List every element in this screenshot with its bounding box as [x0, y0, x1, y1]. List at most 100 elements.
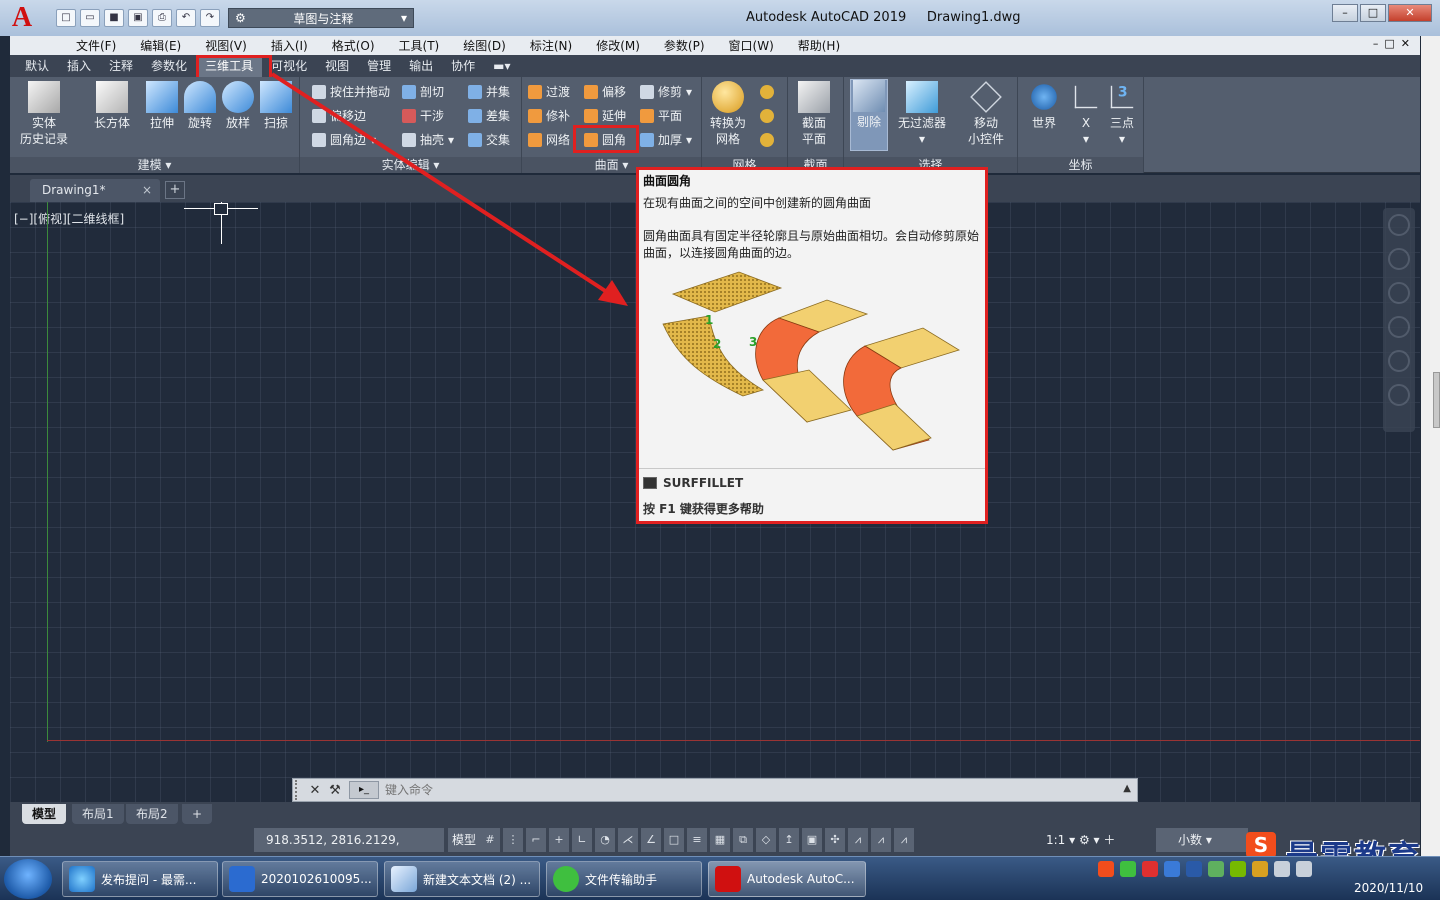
- orbit-icon[interactable]: [1388, 350, 1410, 372]
- panel-title-solid-editing[interactable]: 实体编辑 ▾: [300, 157, 521, 173]
- model-space-button[interactable]: 模型: [448, 828, 481, 852]
- ime-icon[interactable]: [1098, 861, 1114, 877]
- ucs-world-button[interactable]: 世界: [1028, 81, 1060, 131]
- solid-history-button[interactable]: 实体 历史记录: [20, 81, 68, 147]
- menu-dimension[interactable]: 标注(N): [518, 37, 584, 54]
- no-filter-button[interactable]: 无过滤器 ▾: [898, 81, 946, 147]
- tab-insert[interactable]: 插入: [58, 55, 100, 77]
- save-as-icon[interactable]: ▣: [128, 9, 148, 27]
- menu-tools[interactable]: 工具(T): [387, 37, 452, 54]
- new-tab-button[interactable]: +: [165, 181, 185, 199]
- fillet-edge-button[interactable]: 圆角边 ▾: [312, 131, 376, 148]
- intersect-button[interactable]: 交集: [468, 131, 510, 148]
- nvidia-icon[interactable]: [1230, 861, 1246, 877]
- object-snap-icon[interactable]: □: [664, 828, 684, 852]
- surface-network-button[interactable]: 网络: [528, 131, 570, 148]
- section-plane-button[interactable]: 截面 平面: [798, 81, 830, 147]
- union-button[interactable]: 并集: [468, 83, 510, 100]
- revolve-button[interactable]: 旋转: [184, 81, 216, 131]
- drag-handle[interactable]: [295, 780, 305, 800]
- close-button[interactable]: ✕: [1388, 4, 1432, 22]
- box-button[interactable]: 长方体: [94, 81, 130, 131]
- scrollbar-thumb[interactable]: [1433, 372, 1440, 428]
- annotation-scale[interactable]: 1:1 ▾ ⚙ ▾ ＋: [1046, 828, 1115, 852]
- task-ie-browser[interactable]: 发布提问 - 最需...: [62, 861, 218, 897]
- viewcube-icon[interactable]: [1388, 214, 1410, 236]
- coordinate-display[interactable]: 918.3512, 2816.2129, 0.0000: [254, 828, 444, 871]
- loft-button[interactable]: 放样: [222, 81, 254, 131]
- sweep-button[interactable]: 扫掠: [260, 81, 292, 131]
- selection-filter-icon[interactable]: ▣: [802, 828, 822, 852]
- auto-scale-icon[interactable]: ⩘: [871, 828, 891, 852]
- tab-output[interactable]: 输出: [400, 55, 442, 77]
- close-tab-icon[interactable]: ×: [142, 179, 152, 201]
- subtract-button[interactable]: 差集: [468, 107, 510, 124]
- convert-to-mesh-button[interactable]: 转换为 网格: [710, 81, 746, 147]
- task-wechat[interactable]: 文件传输助手: [546, 861, 702, 897]
- ucs-3point-button[interactable]: 3 三点 ▾: [1106, 81, 1138, 147]
- surface-thicken-button[interactable]: 加厚 ▾: [640, 131, 692, 148]
- new-file-icon[interactable]: □: [56, 9, 76, 27]
- chevron-up-icon[interactable]: ▲: [1123, 783, 1131, 794]
- vertical-scrollbar[interactable]: [1421, 36, 1440, 856]
- redo-icon[interactable]: ↷: [200, 9, 220, 27]
- tab-layout2[interactable]: 布局2: [126, 804, 178, 824]
- network-tray-icon[interactable]: [1186, 861, 1202, 877]
- dynamic-input-icon[interactable]: +: [549, 828, 569, 852]
- shield-icon[interactable]: [1164, 861, 1180, 877]
- wechat-tray-icon[interactable]: [1120, 861, 1136, 877]
- transparency-icon[interactable]: ▦: [710, 828, 730, 852]
- mesh-crease-icon[interactable]: [760, 133, 774, 147]
- units-dropdown[interactable]: 小数 ▾: [1156, 828, 1248, 852]
- menu-modify[interactable]: 修改(M): [584, 37, 652, 54]
- close-icon[interactable]: ✕: [305, 783, 325, 798]
- zoom-icon[interactable]: [1388, 316, 1410, 338]
- menu-edit[interactable]: 编辑(E): [128, 37, 193, 54]
- gizmo-toggle-icon[interactable]: ✣: [825, 828, 845, 852]
- steering-wheel-icon[interactable]: [1388, 248, 1410, 270]
- tab-parametric[interactable]: 参数化: [142, 55, 196, 77]
- task-notepad[interactable]: 新建文本文档 (2) ...: [384, 861, 540, 897]
- tab-model[interactable]: 模型: [22, 804, 67, 824]
- add-layout-icon[interactable]: +: [182, 804, 213, 824]
- ucs-x-button[interactable]: X ▾: [1070, 81, 1102, 147]
- move-gizmo-button[interactable]: 移动 小控件: [968, 81, 1004, 147]
- menu-help[interactable]: 帮助(H): [786, 37, 852, 54]
- viewport-controls[interactable]: [−][俯视][二维线框]: [14, 210, 124, 227]
- workspace-dropdown[interactable]: ⚙ 草图与注释 ▾: [228, 8, 414, 28]
- tab-annotate[interactable]: 注释: [100, 55, 142, 77]
- clock-date[interactable]: 2020/11/10: [1354, 881, 1423, 895]
- surface-blend-button[interactable]: 过渡: [528, 83, 570, 100]
- menu-insert[interactable]: 插入(I): [259, 37, 320, 54]
- extrude-button[interactable]: 拉伸: [146, 81, 178, 131]
- minimize-button[interactable]: –: [1332, 4, 1358, 22]
- offset-edge-button[interactable]: 偏移边: [312, 107, 366, 124]
- isometric-icon[interactable]: ⋌: [618, 828, 638, 852]
- 3d-osnap-icon[interactable]: ◇: [756, 828, 776, 852]
- shell-button[interactable]: 抽壳 ▾: [402, 131, 454, 148]
- weibo-icon[interactable]: [1142, 861, 1158, 877]
- presspull-button[interactable]: 按住并拖动: [312, 83, 390, 100]
- task-autocad[interactable]: Autodesk AutoC...: [708, 861, 866, 897]
- volume-icon[interactable]: [1296, 861, 1312, 877]
- grid-icon[interactable]: #: [480, 828, 500, 852]
- dynamic-ucs-icon[interactable]: ↥: [779, 828, 799, 852]
- save-icon[interactable]: ■: [104, 9, 124, 27]
- menu-file[interactable]: 文件(F): [64, 37, 128, 54]
- maximize-button[interactable]: □: [1360, 4, 1386, 22]
- app-tray-icon[interactable]: [1208, 861, 1224, 877]
- tab-default[interactable]: 默认: [16, 55, 58, 77]
- surface-planar-button[interactable]: 平面: [640, 107, 682, 124]
- menu-view[interactable]: 视图(V): [193, 37, 259, 54]
- culling-button[interactable]: 剔除: [850, 79, 888, 151]
- surface-extend-button[interactable]: 延伸: [584, 107, 626, 124]
- infer-constraints-icon[interactable]: ⌐: [526, 828, 546, 852]
- mesh-smooth-icon[interactable]: [760, 85, 774, 99]
- document-window-controls[interactable]: –□✕: [1373, 37, 1416, 50]
- monitor-icon[interactable]: [1274, 861, 1290, 877]
- open-folder-icon[interactable]: ▭: [80, 9, 100, 27]
- panel-title-modeling[interactable]: 建模 ▾: [10, 157, 299, 173]
- task-word-doc[interactable]: 2020102610095...: [222, 861, 378, 897]
- menu-window[interactable]: 窗口(W): [717, 37, 786, 54]
- mesh-refine-icon[interactable]: [760, 109, 774, 123]
